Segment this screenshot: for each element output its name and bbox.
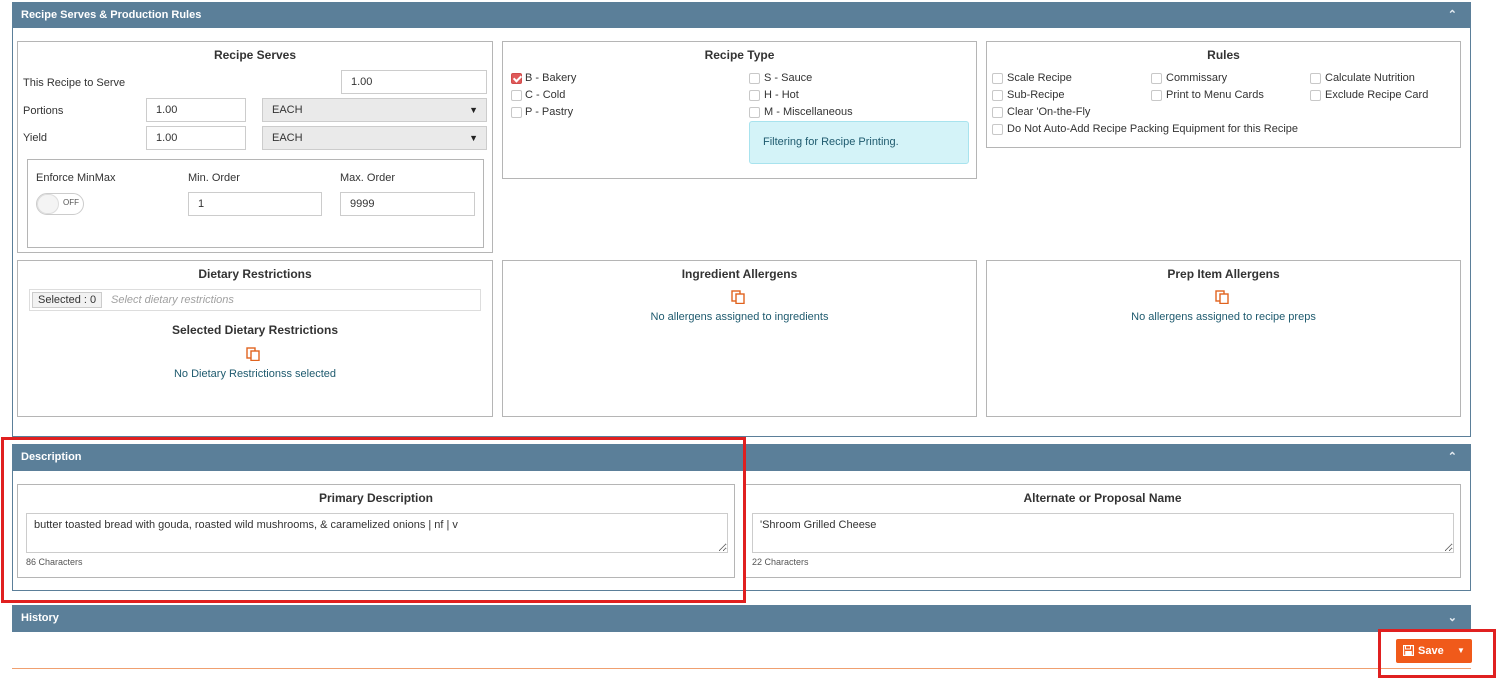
dietary-select[interactable]: Selected : 0 Select dietary restrictions [29, 289, 481, 311]
rules-box: Rules Scale Recipe Commissary Calculate … [986, 41, 1461, 148]
history-panel-title: History [21, 612, 59, 624]
rule-label[interactable]: Commissary [1166, 72, 1227, 84]
yield-unit-value: EACH [272, 132, 303, 144]
recipe-type-label[interactable]: C - Cold [525, 89, 565, 101]
serves-panel-header[interactable]: Recipe Serves & Production Rules ⌃ [12, 2, 1471, 28]
serve-input[interactable]: 1.00 [341, 70, 487, 94]
rule-label[interactable]: Do Not Auto-Add Recipe Packing Equipment… [1007, 123, 1298, 135]
recipe-type-title: Recipe Type [704, 48, 775, 62]
yield-label: Yield [23, 132, 48, 144]
rule-checkbox[interactable] [1310, 90, 1321, 101]
portions-unit-value: EACH [272, 104, 303, 116]
portions-input[interactable]: 1.00 [146, 98, 246, 122]
ingredient-allergens-box: Ingredient Allergens No allergens assign… [502, 260, 977, 417]
prep-allergens-box: Prep Item Allergens No allergens assigne… [986, 260, 1461, 417]
footer-divider [12, 668, 1471, 669]
alternate-name-input[interactable]: 'Shroom Grilled Cheese [752, 513, 1454, 553]
enforce-minmax-label: Enforce MinMax [36, 172, 116, 184]
yield-unit-select[interactable]: EACH ▼ [262, 126, 487, 150]
serves-panel-title: Recipe Serves & Production Rules [21, 9, 202, 21]
max-order-label: Max. Order [340, 172, 396, 184]
rule-checkbox[interactable] [992, 90, 1003, 101]
rule-label[interactable]: Clear 'On-the-Fly [1007, 106, 1090, 118]
rule-label[interactable]: Sub-Recipe [1007, 89, 1064, 101]
rule-label[interactable]: Exclude Recipe Card [1325, 89, 1428, 101]
rules-title: Rules [1207, 48, 1240, 62]
recipe-type-label[interactable]: P - Pastry [525, 106, 573, 118]
max-order-input[interactable]: 9999 [340, 192, 475, 216]
recipe-type-checkbox[interactable] [511, 90, 522, 101]
selected-count-text: Selected : 0 [38, 294, 97, 306]
toggle-state: OFF [63, 198, 79, 207]
recipe-type-checkbox[interactable] [749, 73, 760, 84]
copy-icon [731, 290, 745, 304]
ingredient-allergens-empty: No allergens assigned to ingredients [650, 311, 829, 323]
history-panel-header[interactable]: History ⌄ [12, 605, 1471, 632]
rule-checkbox[interactable] [992, 107, 1003, 118]
copy-icon [1215, 290, 1229, 304]
recipe-type-box: Recipe Type B - Bakery C - Cold P - Past… [502, 41, 977, 179]
recipe-type-label[interactable]: M - Miscellaneous [764, 106, 853, 118]
min-order-input[interactable]: 1 [188, 192, 322, 216]
min-order-label: Min. Order [188, 172, 240, 184]
alternate-name-title: Alternate or Proposal Name [1023, 491, 1182, 505]
chevron-up-icon[interactable]: ⌃ [1448, 2, 1457, 28]
recipe-type-label[interactable]: B - Bakery [525, 72, 576, 84]
minmax-box: Enforce MinMax OFF Min. Order 1 Max. Ord… [27, 159, 484, 248]
alternate-char-count: 22 Characters [752, 557, 809, 567]
description-highlight-box [1, 437, 746, 603]
portions-label: Portions [23, 105, 64, 117]
dietary-box: Dietary Restrictions Selected : 0 Select… [17, 260, 493, 417]
prep-allergens-title: Prep Item Allergens [1167, 267, 1280, 281]
rule-label[interactable]: Scale Recipe [1007, 72, 1072, 84]
chevron-down-icon[interactable]: ⌄ [1448, 605, 1457, 632]
toggle-knob [37, 194, 59, 214]
alternate-name-box: Alternate or Proposal Name 'Shroom Grill… [744, 484, 1461, 578]
yield-input[interactable]: 1.00 [146, 126, 246, 150]
dietary-empty-text: No Dietary Restrictionss selected [173, 368, 336, 380]
rule-label[interactable]: Calculate Nutrition [1325, 72, 1415, 84]
selected-count-badge: Selected : 0 [32, 292, 103, 308]
prep-allergens-empty: No allergens assigned to recipe preps [1131, 311, 1316, 323]
caret-down-icon: ▼ [469, 105, 478, 115]
recipe-type-checkbox[interactable] [511, 107, 522, 118]
selected-dietary-title: Selected Dietary Restrictions [171, 323, 339, 337]
rule-label[interactable]: Print to Menu Cards [1166, 89, 1264, 101]
serve-label: This Recipe to Serve [23, 77, 126, 89]
save-highlight-box [1378, 629, 1496, 678]
recipe-type-checkbox[interactable] [749, 107, 760, 118]
rule-checkbox[interactable] [1151, 73, 1162, 84]
rule-checkbox[interactable] [1310, 73, 1321, 84]
recipe-type-label[interactable]: S - Sauce [764, 72, 812, 84]
ingredient-allergens-title: Ingredient Allergens [681, 267, 798, 281]
copy-icon [246, 347, 260, 361]
recipe-serves-box: Recipe Serves This Recipe to Serve 1.00 … [17, 41, 493, 253]
portions-unit-select[interactable]: EACH ▼ [262, 98, 487, 122]
recipe-serves-title: Recipe Serves [213, 48, 297, 62]
dietary-title: Dietary Restrictions [198, 267, 312, 281]
dietary-placeholder: Select dietary restrictions [111, 294, 234, 306]
recipe-type-label[interactable]: H - Hot [764, 89, 799, 101]
recipe-type-info-text: Filtering for Recipe Printing. [763, 136, 899, 148]
recipe-type-checkbox[interactable] [511, 73, 522, 84]
chevron-up-icon[interactable]: ⌃ [1448, 444, 1457, 471]
caret-down-icon: ▼ [469, 133, 478, 143]
rule-checkbox[interactable] [992, 73, 1003, 84]
recipe-type-info: Filtering for Recipe Printing. [749, 121, 969, 164]
rule-checkbox[interactable] [1151, 90, 1162, 101]
enforce-minmax-toggle[interactable]: OFF [36, 193, 84, 215]
rule-checkbox[interactable] [992, 124, 1003, 135]
recipe-type-checkbox[interactable] [749, 90, 760, 101]
